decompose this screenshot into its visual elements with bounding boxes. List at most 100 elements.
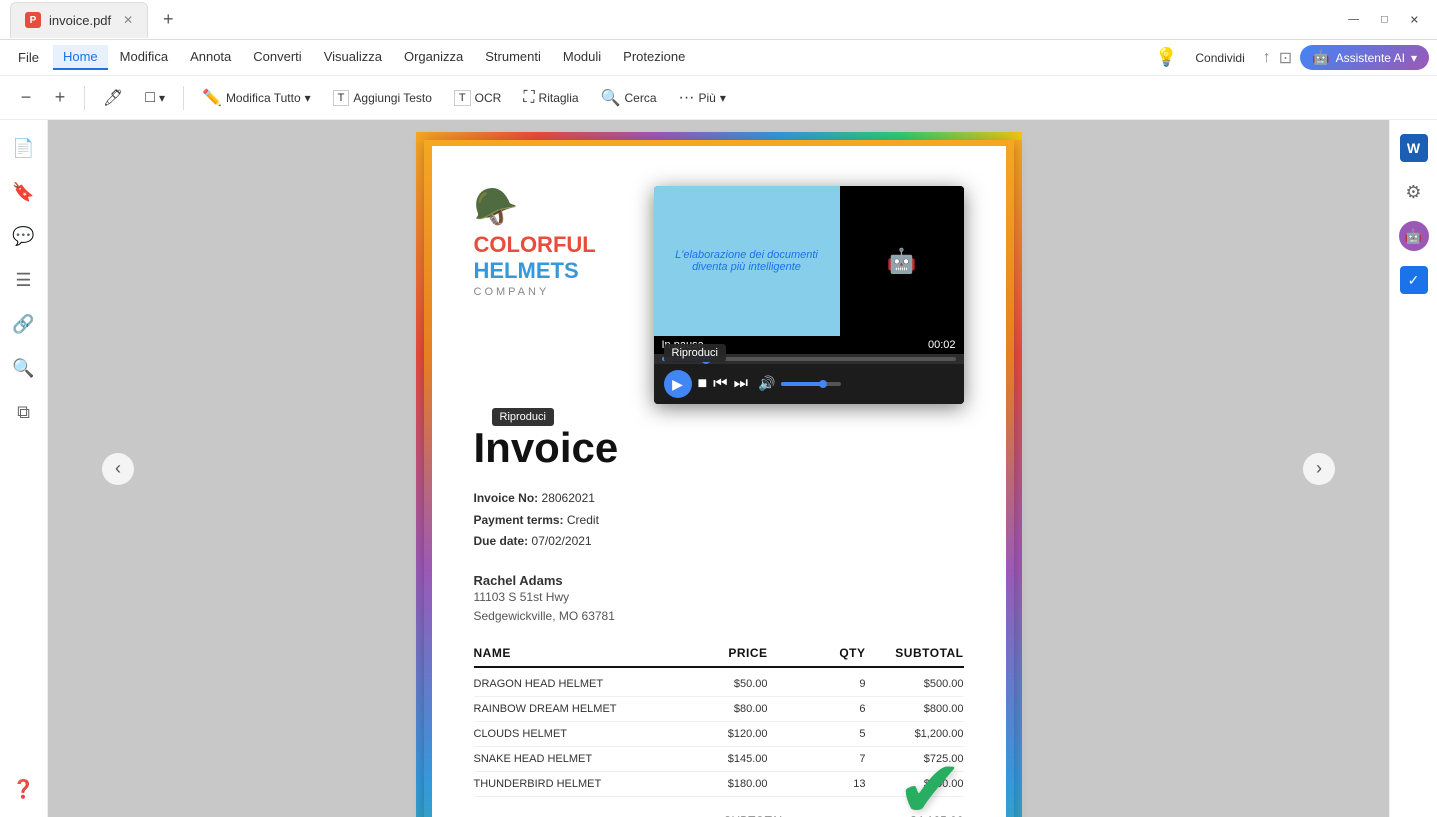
settings-panel-icon[interactable]: ⚙: [1396, 174, 1432, 210]
big-checkmark-icon: ✔: [896, 743, 963, 817]
shape-chevron: ▾: [159, 91, 165, 105]
zoom-in-button[interactable]: +: [46, 84, 74, 112]
row3-name: CLOUDS HELMET: [474, 728, 670, 740]
volume-fill: [781, 382, 823, 386]
bill-to-address1: 11103 S 51st Hwy: [474, 588, 964, 607]
riproduci-tooltip: Riproduci: [492, 408, 554, 426]
sidebar-link-icon[interactable]: 🔗: [6, 306, 42, 342]
maximize-button[interactable]: □: [1373, 12, 1396, 28]
sidebar-search-icon[interactable]: 🔍: [6, 350, 42, 386]
col-name-header: NAME: [474, 646, 670, 660]
search-label: Cerca: [624, 91, 656, 105]
pdf-left-border: [416, 140, 424, 817]
sidebar-layers-icon[interactable]: ⧉: [6, 394, 42, 430]
ocr-icon: T: [454, 90, 471, 106]
video-screen: L'elaborazione dei documentidiventa più …: [654, 186, 964, 336]
menu-converti[interactable]: Converti: [243, 45, 311, 70]
pdf-tab-icon: P: [25, 12, 41, 28]
more-chevron: ▾: [720, 91, 726, 105]
crop-button[interactable]: ⛶ Ritaglia: [515, 85, 586, 111]
word-panel-icon[interactable]: W: [1396, 130, 1432, 166]
menu-modifica[interactable]: Modifica: [110, 45, 178, 70]
shape-icon: □: [145, 89, 155, 107]
row3-price: $120.00: [670, 728, 768, 740]
video-next-button[interactable]: ⏭: [734, 375, 748, 393]
company-name: COLORFUL HELMETS: [474, 232, 596, 284]
menu-protezione[interactable]: Protezione: [613, 45, 695, 70]
add-text-button[interactable]: T Aggiungi Testo: [325, 86, 440, 110]
light-bulb-icon[interactable]: 💡: [1155, 47, 1177, 68]
check-panel-icon[interactable]: ✓: [1396, 262, 1432, 298]
ai-icon: 🤖: [1312, 49, 1329, 66]
row1-qty: 9: [768, 678, 866, 690]
video-prev-button[interactable]: ⏮: [713, 375, 727, 393]
more-button[interactable]: ··· Più ▾: [671, 85, 734, 111]
new-tab-button[interactable]: +: [154, 6, 182, 34]
menu-organizza[interactable]: Organizza: [394, 45, 473, 70]
menu-bar: File Home Modifica Annota Converti Visua…: [0, 40, 1437, 76]
video-black-area: 🤖: [840, 186, 964, 336]
bill-to-section: Rachel Adams 11103 S 51st Hwy Sedgewickv…: [474, 573, 964, 626]
row5-price: $180.00: [670, 778, 768, 790]
close-button[interactable]: ✕: [1402, 11, 1427, 28]
sidebar-list-icon[interactable]: ☰: [6, 262, 42, 298]
add-text-label: Aggiungi Testo: [353, 91, 432, 105]
sidebar-file-icon[interactable]: 📄: [6, 130, 42, 166]
bill-to-address2: Sedgewickville, MO 63781: [474, 607, 964, 626]
pdf-viewer-area: ‹ › 🪖 COLORFUL HELMETS COMPA: [48, 120, 1389, 817]
sync-icon[interactable]: ↑: [1263, 49, 1271, 67]
crop-icon: ⛶: [523, 89, 534, 107]
menu-annota[interactable]: Annota: [180, 45, 241, 70]
minimize-button[interactable]: —: [1340, 12, 1367, 28]
ocr-button[interactable]: T OCR: [446, 86, 509, 110]
pdf-document: 🪖 COLORFUL HELMETS COMPANY L'elaborazion…: [424, 140, 1014, 817]
video-stop-button[interactable]: ■: [698, 375, 708, 393]
payment-terms-row: Payment terms: Credit: [474, 510, 964, 532]
row2-price: $80.00: [670, 703, 768, 715]
table-header-row: NAME PRICE QTY SUBTOTAL: [474, 646, 964, 668]
menu-home[interactable]: Home: [53, 45, 108, 70]
pdf-top-border: [416, 132, 1022, 140]
pdf-wrapper: 🪖 COLORFUL HELMETS COMPANY L'elaborazion…: [424, 140, 1014, 817]
video-play-button[interactable]: ▶: [664, 370, 692, 398]
menu-visualizza[interactable]: Visualizza: [314, 45, 392, 70]
ai-assistant-button[interactable]: 🤖 Assistente AI ▾: [1300, 45, 1429, 70]
ai-robot-icon: 🤖: [1399, 221, 1429, 251]
row5-qty: 13: [768, 778, 866, 790]
ai-chevron-icon: ▾: [1411, 51, 1417, 65]
tab-area: P invoice.pdf ✕ +: [10, 0, 182, 39]
row1-name: DRAGON HEAD HELMET: [474, 678, 670, 690]
row2-subtotal: $800.00: [866, 703, 964, 715]
highlight-button[interactable]: 🖊: [95, 84, 131, 112]
edit-chevron: ▾: [305, 91, 311, 105]
sidebar-comment-icon[interactable]: 💬: [6, 218, 42, 254]
zoom-out-button[interactable]: −: [12, 84, 40, 112]
sidebar-bookmark-icon[interactable]: 🔖: [6, 174, 42, 210]
volume-thumb: [819, 380, 827, 388]
menu-strumenti[interactable]: Strumenti: [475, 45, 551, 70]
pdf-tab[interactable]: P invoice.pdf ✕: [10, 2, 148, 38]
menu-moduli[interactable]: Moduli: [553, 45, 611, 70]
volume-icon[interactable]: 🔊: [758, 375, 775, 391]
next-page-button[interactable]: ›: [1303, 453, 1335, 485]
share-button[interactable]: Condividi: [1185, 47, 1254, 69]
main-area: 📄 🔖 💬 ☰ 🔗 🔍 ⧉ ❓ ‹ › 🪖: [0, 120, 1437, 817]
video-content-area: L'elaborazione dei documentidiventa più …: [654, 186, 840, 336]
invoice-meta: Invoice No: 28062021 Payment terms: Cred…: [474, 488, 964, 553]
sidebar-help-icon[interactable]: ❓: [6, 771, 42, 807]
left-sidebar: 📄 🔖 💬 ☰ 🔗 🔍 ⧉ ❓: [0, 120, 48, 817]
prev-page-button[interactable]: ‹: [102, 453, 134, 485]
row1-price: $50.00: [670, 678, 768, 690]
file-menu[interactable]: File: [8, 46, 49, 69]
ai-panel-icon[interactable]: 🤖: [1396, 218, 1432, 254]
table-row: RAINBOW DREAM HELMET $80.00 6 $800.00: [474, 697, 964, 722]
search-button[interactable]: 🔍 Cerca: [593, 84, 665, 112]
shape-button[interactable]: □ ▾: [137, 85, 173, 111]
crop-label: Ritaglia: [539, 91, 579, 105]
edit-all-button[interactable]: ✏️ Modifica Tutto ▾: [194, 84, 319, 112]
save-icon[interactable]: ⊡: [1279, 48, 1292, 68]
tab-close-button[interactable]: ✕: [123, 13, 133, 27]
more-label: Più: [698, 91, 715, 105]
table-row: THUNDERBIRD HELMET $180.00 13 $900.00: [474, 772, 964, 797]
volume-bar[interactable]: [781, 382, 841, 386]
